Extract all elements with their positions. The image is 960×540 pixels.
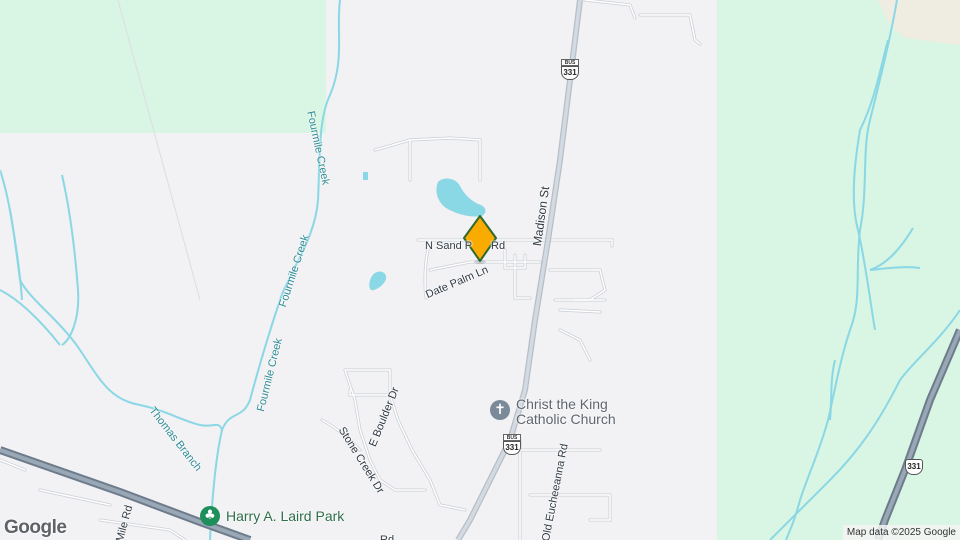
pond-dot [363, 172, 368, 180]
forest-area-right [717, 0, 960, 540]
tree-icon[interactable]: ♣ [200, 506, 220, 526]
label-rd-fragment: Rd [380, 534, 395, 540]
us-331-shield-right: 331 [905, 459, 923, 475]
label-church[interactable]: Christ the King Catholic Church [516, 397, 616, 427]
map-attribution[interactable]: Map data ©2025 Google [842, 525, 960, 540]
label-harry-a-laird-park[interactable]: Harry A. Laird Park [226, 508, 344, 524]
tributary-1 [61, 174, 80, 346]
bus-331-shield-bottom: BUS 331 [503, 434, 521, 456]
forest-area-left [0, 0, 326, 133]
label-n-sand-palm-rd-start: N Sand P [425, 240, 473, 252]
thomas-branch [0, 169, 223, 431]
google-logo[interactable]: Google [4, 517, 67, 539]
church-name-line1: Christ the King [516, 396, 608, 412]
church-name-line2: Catholic Church [516, 411, 616, 427]
tributary-3 [9, 209, 23, 301]
pond-small [369, 271, 387, 291]
bus-331-shield-top: BUS 331 [561, 59, 579, 81]
church-icon[interactable]: ✝ [490, 400, 510, 420]
map-canvas[interactable]: N Sand P Rd Date Palm Ln Madison St E Bo… [0, 0, 960, 540]
logo-text: Google [4, 517, 67, 538]
label-n-sand-palm-rd-end: Rd [491, 240, 506, 252]
tributary-2 [0, 289, 61, 346]
pond-large [436, 178, 486, 217]
